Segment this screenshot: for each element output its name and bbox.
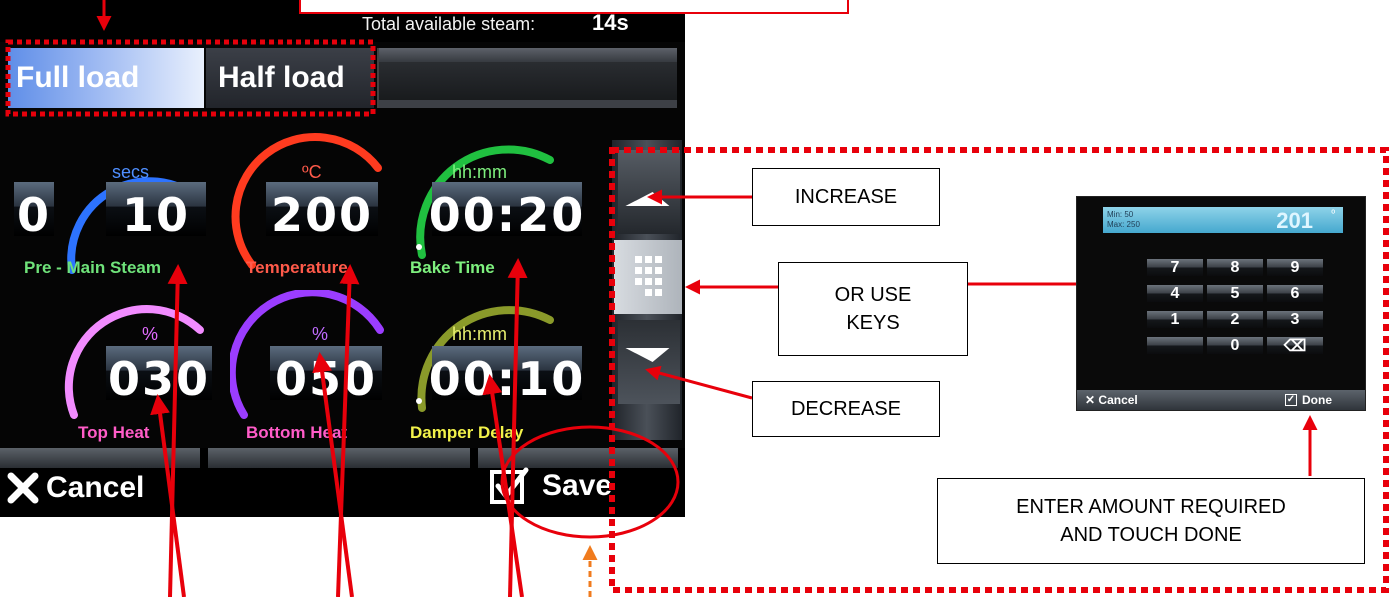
key-3[interactable]: 3: [1267, 311, 1323, 328]
decrease-arrow: [645, 365, 753, 400]
key-5[interactable]: 5: [1207, 285, 1263, 302]
key-7[interactable]: 7: [1147, 259, 1203, 276]
keys-line-1: OR USE: [834, 284, 912, 306]
keypad-cancel-button[interactable]: ✕ Cancel: [1085, 393, 1138, 407]
max-label: Max: 250: [1107, 220, 1140, 229]
check-icon: ✓: [1285, 394, 1297, 406]
keys-annotation: OR USE KEYS: [778, 262, 968, 356]
keypad-value: 201: [1276, 208, 1313, 233]
keypad-display: Min: 50 Max: 250 201 º: [1103, 207, 1343, 233]
keypad-done-label: Done: [1302, 393, 1332, 407]
enter-line-1: ENTER AMOUNT REQUIRED: [1016, 496, 1286, 518]
top-callout-box: [299, 0, 849, 14]
keypad-popup: Min: 50 Max: 250 201 º 7 8 9 4 5 6 1 2 3 0 ⌫ ✕ Can…: [1076, 196, 1366, 411]
x-icon: ✕: [1085, 393, 1096, 407]
keys-line-2: KEYS: [846, 312, 900, 334]
keypad-cancel-label: Cancel: [1098, 393, 1138, 407]
increase-annotation: INCREASE: [752, 168, 940, 226]
enter-annotation: ENTER AMOUNT REQUIRED AND TOUCH DONE: [937, 478, 1365, 564]
enter-line-2: AND TOUCH DONE: [1060, 524, 1242, 546]
value-arrow: [482, 374, 524, 597]
keypad-unit: º: [1331, 209, 1335, 220]
key-9[interactable]: 9: [1267, 259, 1323, 276]
key-6[interactable]: 6: [1267, 285, 1323, 302]
tabs-highlight: [5, 39, 376, 117]
key-2[interactable]: 2: [1207, 311, 1263, 328]
save-highlight: [500, 425, 680, 539]
blank-key[interactable]: [1147, 337, 1203, 354]
keypad-done-button[interactable]: ✓ Done: [1285, 393, 1332, 407]
decrease-annotation: DECREASE: [752, 381, 940, 437]
backspace-key[interactable]: ⌫: [1267, 337, 1323, 355]
key-1[interactable]: 1: [1147, 311, 1203, 328]
key-4[interactable]: 4: [1147, 285, 1203, 302]
min-label: Min: 50: [1107, 210, 1134, 219]
key-8[interactable]: 8: [1207, 259, 1263, 276]
key-0[interactable]: 0: [1207, 337, 1263, 354]
